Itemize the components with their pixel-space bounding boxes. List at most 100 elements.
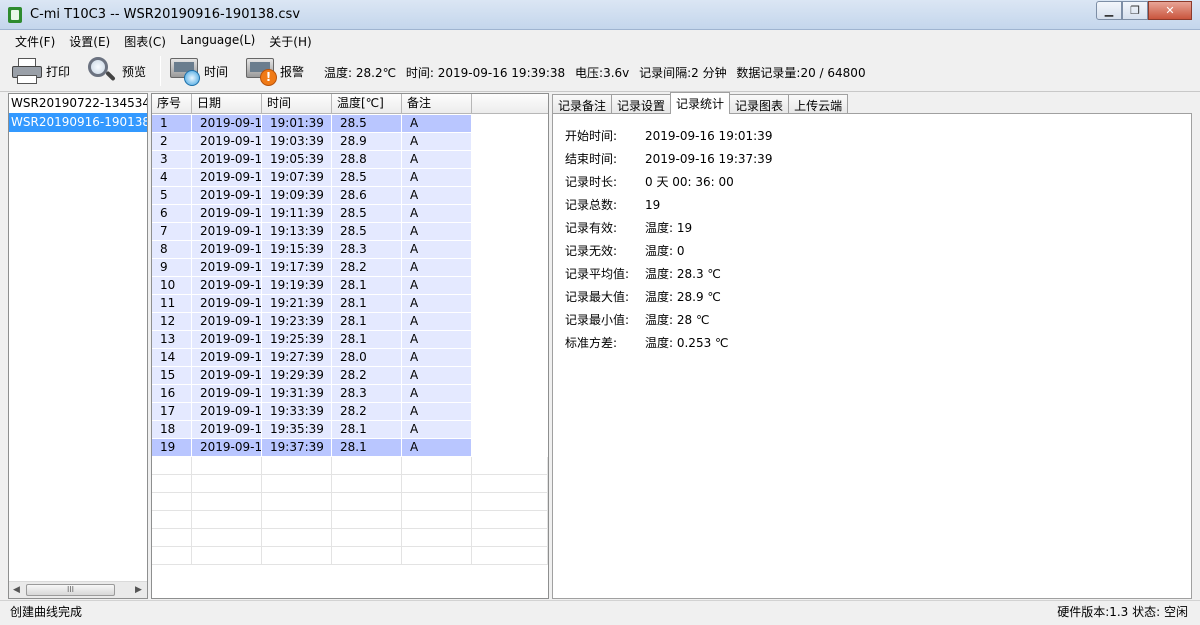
table-row[interactable]: 172019-09-1619:33:3928.2A	[152, 403, 548, 421]
table-cell: 2019-09-16	[192, 187, 262, 205]
table-row[interactable]: 52019-09-1619:09:3928.6A	[152, 187, 548, 205]
table-cell: 7	[152, 223, 192, 241]
time-label: 时间	[204, 64, 229, 79]
table-cell: A	[402, 151, 472, 169]
print-label: 打印	[46, 64, 71, 79]
stat-label: 记录最小值:	[565, 313, 630, 327]
device-status: 温度: 28.2℃ 时间: 2019-09-16 19:39:38 电压:3.6…	[324, 64, 872, 81]
table-cell-empty	[152, 457, 192, 475]
menu-about[interactable]: 关于(H)	[262, 30, 318, 50]
magnifier-icon	[86, 56, 116, 86]
tab-record-notes[interactable]: 记录备注	[552, 94, 613, 114]
table-cell: 19:29:39	[262, 367, 332, 385]
print-button[interactable]: 打印	[10, 54, 70, 88]
table-cell-empty	[192, 511, 262, 529]
scrollbar-thumb[interactable]: III	[26, 584, 115, 596]
table-row-empty	[152, 547, 548, 565]
table-row[interactable]: 192019-09-1619:37:3928.1A	[152, 439, 548, 457]
stat-row: 记录总数: 19	[565, 196, 660, 214]
table-row[interactable]: 62019-09-1619:11:3928.5A	[152, 205, 548, 223]
menu-settings[interactable]: 设置(E)	[62, 30, 117, 50]
preview-label: 预览	[122, 64, 147, 79]
stat-label: 记录总数:	[565, 198, 618, 212]
menu-language[interactable]: Language(L)	[173, 30, 262, 50]
table-cell: 2019-09-16	[192, 223, 262, 241]
table-cell: 2019-09-16	[192, 115, 262, 133]
col-header-note[interactable]: 备注	[402, 94, 472, 114]
time-sync-button[interactable]: 时间	[168, 54, 228, 88]
table-row[interactable]: 12019-09-1619:01:3928.5A	[152, 115, 548, 133]
table-row[interactable]: 82019-09-1619:15:3928.3A	[152, 241, 548, 259]
table-cell-empty	[192, 529, 262, 547]
col-header-date[interactable]: 日期	[192, 94, 262, 114]
menu-chart[interactable]: 图表(C)	[117, 30, 173, 50]
stat-value: 2019-09-16 19:01:39	[645, 129, 773, 143]
table-row[interactable]: 72019-09-1619:13:3928.5A	[152, 223, 548, 241]
table-cell: A	[402, 277, 472, 295]
table-cell: 28.5	[332, 223, 402, 241]
table-cell-empty	[152, 547, 192, 565]
table-cell: A	[402, 205, 472, 223]
table-row[interactable]: 42019-09-1619:07:3928.5A	[152, 169, 548, 187]
tab-upload-cloud[interactable]: 上传云端	[788, 94, 849, 114]
file-list[interactable]: WSR20190722-134534.csv WSR20190916-19013…	[8, 93, 148, 599]
data-table[interactable]: 序号 日期 时间 温度[℃] 备注 12019-09-1619:01:3928.…	[151, 93, 549, 599]
col-header-index[interactable]: 序号	[152, 94, 192, 114]
scroll-left-icon[interactable]: ◀	[13, 585, 20, 595]
tab-record-settings[interactable]: 记录设置	[611, 94, 672, 114]
table-cell: A	[402, 223, 472, 241]
tab-record-chart[interactable]: 记录图表	[729, 94, 790, 114]
table-cell-empty	[332, 493, 402, 511]
table-cell: 28.8	[332, 151, 402, 169]
table-row[interactable]: 162019-09-1619:31:3928.3A	[152, 385, 548, 403]
stat-label: 开始时间:	[565, 129, 618, 143]
table-cell: A	[402, 259, 472, 277]
table-cell: 11	[152, 295, 192, 313]
table-row[interactable]: 112019-09-1619:21:3928.1A	[152, 295, 548, 313]
tab-strip: 记录备注 记录设置 记录统计 记录图表 上传云端	[552, 92, 849, 114]
table-row[interactable]: 152019-09-1619:29:3928.2A	[152, 367, 548, 385]
stat-row: 记录最大值: 温度: 28.9 ℃	[565, 288, 721, 306]
preview-button[interactable]: 预览	[86, 54, 146, 88]
alarm-button[interactable]: ! 报警	[244, 54, 304, 88]
col-header-time[interactable]: 时间	[262, 94, 332, 114]
table-row-empty	[152, 475, 548, 493]
table-cell: 1	[152, 115, 192, 133]
table-row[interactable]: 92019-09-1619:17:3928.2A	[152, 259, 548, 277]
table-cell-empty	[332, 457, 402, 475]
table-cell-empty	[402, 457, 472, 475]
minimize-button[interactable]: ▁	[1096, 1, 1122, 20]
table-cell: 19:35:39	[262, 421, 332, 439]
table-cell: A	[402, 367, 472, 385]
stat-label: 结束时间:	[565, 152, 618, 166]
file-item[interactable]: WSR20190722-134534.csv	[9, 94, 147, 113]
table-cell: 28.1	[332, 313, 402, 331]
table-cell: 4	[152, 169, 192, 187]
table-cell: 2019-09-16	[192, 205, 262, 223]
table-cell-empty	[152, 493, 192, 511]
table-row[interactable]: 182019-09-1619:35:3928.1A	[152, 421, 548, 439]
table-cell: 28.1	[332, 295, 402, 313]
maximize-button[interactable]: ❐	[1122, 1, 1148, 20]
table-row[interactable]: 132019-09-1619:25:3928.1A	[152, 331, 548, 349]
table-row[interactable]: 22019-09-1619:03:3928.9A	[152, 133, 548, 151]
horizontal-scrollbar[interactable]: ◀ III ▶	[9, 581, 147, 598]
table-cell: 28.0	[332, 349, 402, 367]
table-row[interactable]: 32019-09-1619:05:3928.8A	[152, 151, 548, 169]
table-row[interactable]: 102019-09-1619:19:3928.1A	[152, 277, 548, 295]
table-cell: 2019-09-16	[192, 241, 262, 259]
table-row[interactable]: 142019-09-1619:27:3928.0A	[152, 349, 548, 367]
table-cell-empty	[262, 493, 332, 511]
table-cell: 2019-09-16	[192, 151, 262, 169]
alarm-device-icon: !	[244, 56, 278, 86]
scroll-right-icon[interactable]: ▶	[135, 585, 142, 595]
table-cell-empty	[472, 511, 548, 529]
col-header-temperature[interactable]: 温度[℃]	[332, 94, 402, 114]
table-row-empty	[152, 511, 548, 529]
menu-file[interactable]: 文件(F)	[8, 30, 62, 50]
tab-record-statistics[interactable]: 记录统计	[670, 92, 731, 114]
close-button[interactable]: ✕	[1148, 1, 1192, 20]
table-cell: 15	[152, 367, 192, 385]
table-row[interactable]: 122019-09-1619:23:3928.1A	[152, 313, 548, 331]
file-item-selected[interactable]: WSR20190916-190138.csv	[9, 113, 147, 132]
